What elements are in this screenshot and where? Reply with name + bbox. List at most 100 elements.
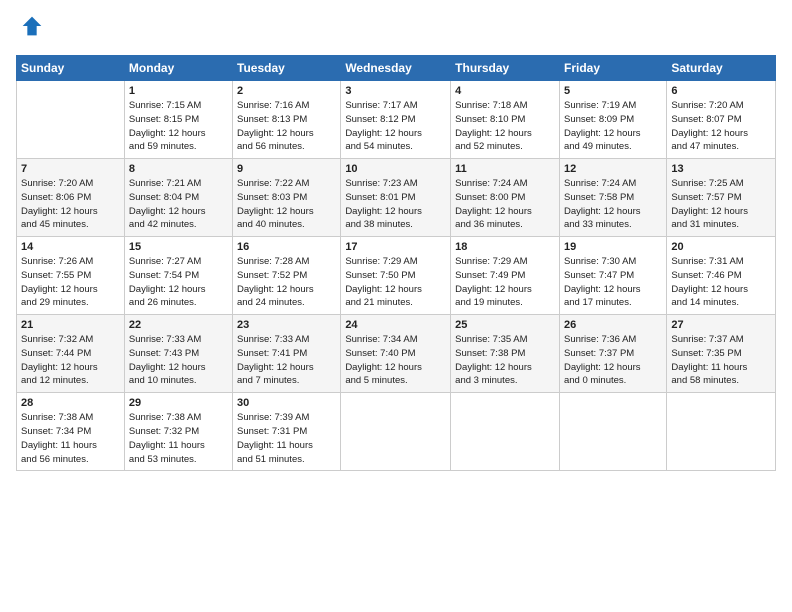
day-info: Sunrise: 7:23 AM Sunset: 8:01 PM Dayligh…	[345, 177, 446, 232]
calendar-cell: 14 Sunrise: 7:26 AM Sunset: 7:55 PM Dayli…	[17, 237, 125, 315]
weekday-header: Tuesday	[233, 56, 341, 81]
day-number: 24	[345, 319, 446, 331]
day-info: Sunrise: 7:34 AM Sunset: 7:40 PM Dayligh…	[345, 333, 446, 388]
day-number: 23	[237, 319, 336, 331]
day-number: 6	[671, 85, 771, 97]
page: SundayMondayTuesdayWednesdayThursdayFrid…	[0, 0, 792, 612]
calendar-cell: 30 Sunrise: 7:39 AM Sunset: 7:31 PM Dayli…	[233, 393, 341, 471]
weekday-header: Saturday	[667, 56, 776, 81]
day-number: 14	[21, 241, 120, 253]
day-info: Sunrise: 7:22 AM Sunset: 8:03 PM Dayligh…	[237, 177, 336, 232]
calendar-cell: 27 Sunrise: 7:37 AM Sunset: 7:35 PM Dayli…	[667, 315, 776, 393]
calendar-cell: 15 Sunrise: 7:27 AM Sunset: 7:54 PM Dayli…	[124, 237, 232, 315]
calendar-cell: 6 Sunrise: 7:20 AM Sunset: 8:07 PM Daylig…	[667, 81, 776, 159]
day-number: 27	[671, 319, 771, 331]
calendar-cell	[341, 393, 451, 471]
calendar-cell: 22Sunrise: 7:33 AM Sunset: 7:43 PM Dayli…	[124, 315, 232, 393]
calendar-cell: 4 Sunrise: 7:18 AM Sunset: 8:10 PM Daylig…	[451, 81, 560, 159]
day-number: 26	[564, 319, 662, 331]
day-number: 2	[237, 85, 336, 97]
day-info: Sunrise: 7:36 AM Sunset: 7:37 PM Dayligh…	[564, 333, 662, 388]
calendar-cell: 28 Sunrise: 7:38 AM Sunset: 7:34 PM Dayli…	[17, 393, 125, 471]
day-info: Sunrise: 7:24 AM Sunset: 7:58 PM Dayligh…	[564, 177, 662, 232]
header	[16, 12, 776, 45]
calendar-cell: 10 Sunrise: 7:23 AM Sunset: 8:01 PM Dayli…	[341, 159, 451, 237]
calendar-cell: 2 Sunrise: 7:16 AM Sunset: 8:13 PM Daylig…	[233, 81, 341, 159]
day-info: Sunrise: 7:25 AM Sunset: 7:57 PM Dayligh…	[671, 177, 771, 232]
weekday-header: Sunday	[17, 56, 125, 81]
calendar-cell: 12 Sunrise: 7:24 AM Sunset: 7:58 PM Dayli…	[559, 159, 666, 237]
calendar-week-row: 14 Sunrise: 7:26 AM Sunset: 7:55 PM Dayli…	[17, 237, 776, 315]
day-info: Sunrise: 7:29 AM Sunset: 7:49 PM Dayligh…	[455, 255, 555, 310]
calendar-header-row: SundayMondayTuesdayWednesdayThursdayFrid…	[17, 56, 776, 81]
logo	[16, 12, 50, 45]
weekday-header: Thursday	[451, 56, 560, 81]
calendar-cell: 1Sunrise: 7:15 AM Sunset: 8:15 PM Daylig…	[124, 81, 232, 159]
day-number: 11	[455, 163, 555, 175]
day-info: Sunrise: 7:21 AM Sunset: 8:04 PM Dayligh…	[129, 177, 228, 232]
calendar-cell	[559, 393, 666, 471]
day-info: Sunrise: 7:20 AM Sunset: 8:06 PM Dayligh…	[21, 177, 120, 232]
day-number: 3	[345, 85, 446, 97]
weekday-header: Monday	[124, 56, 232, 81]
calendar-body: 1Sunrise: 7:15 AM Sunset: 8:15 PM Daylig…	[17, 81, 776, 471]
day-number: 20	[671, 241, 771, 253]
calendar-cell: 25Sunrise: 7:35 AM Sunset: 7:38 PM Dayli…	[451, 315, 560, 393]
day-info: Sunrise: 7:17 AM Sunset: 8:12 PM Dayligh…	[345, 99, 446, 154]
calendar-cell: 13Sunrise: 7:25 AM Sunset: 7:57 PM Dayli…	[667, 159, 776, 237]
day-number: 10	[345, 163, 446, 175]
day-number: 28	[21, 397, 120, 409]
day-info: Sunrise: 7:24 AM Sunset: 8:00 PM Dayligh…	[455, 177, 555, 232]
day-info: Sunrise: 7:18 AM Sunset: 8:10 PM Dayligh…	[455, 99, 555, 154]
calendar-week-row: 7 Sunrise: 7:20 AM Sunset: 8:06 PM Daylig…	[17, 159, 776, 237]
day-number: 22	[129, 319, 228, 331]
calendar-week-row: 28 Sunrise: 7:38 AM Sunset: 7:34 PM Dayli…	[17, 393, 776, 471]
day-number: 7	[21, 163, 120, 175]
day-info: Sunrise: 7:33 AM Sunset: 7:41 PM Dayligh…	[237, 333, 336, 388]
day-number: 19	[564, 241, 662, 253]
calendar-cell: 11 Sunrise: 7:24 AM Sunset: 8:00 PM Dayli…	[451, 159, 560, 237]
logo-icon	[18, 12, 46, 40]
calendar-cell: 17Sunrise: 7:29 AM Sunset: 7:50 PM Dayli…	[341, 237, 451, 315]
calendar-cell: 29 Sunrise: 7:38 AM Sunset: 7:32 PM Dayli…	[124, 393, 232, 471]
day-number: 8	[129, 163, 228, 175]
day-number: 18	[455, 241, 555, 253]
day-number: 30	[237, 397, 336, 409]
calendar-cell: 21Sunrise: 7:32 AM Sunset: 7:44 PM Dayli…	[17, 315, 125, 393]
day-info: Sunrise: 7:37 AM Sunset: 7:35 PM Dayligh…	[671, 333, 771, 388]
day-number: 29	[129, 397, 228, 409]
weekday-header: Friday	[559, 56, 666, 81]
day-info: Sunrise: 7:30 AM Sunset: 7:47 PM Dayligh…	[564, 255, 662, 310]
calendar-cell: 26 Sunrise: 7:36 AM Sunset: 7:37 PM Dayli…	[559, 315, 666, 393]
calendar-cell: 23 Sunrise: 7:33 AM Sunset: 7:41 PM Dayli…	[233, 315, 341, 393]
day-info: Sunrise: 7:16 AM Sunset: 8:13 PM Dayligh…	[237, 99, 336, 154]
calendar-cell: 19 Sunrise: 7:30 AM Sunset: 7:47 PM Dayli…	[559, 237, 666, 315]
calendar-cell: 18 Sunrise: 7:29 AM Sunset: 7:49 PM Dayli…	[451, 237, 560, 315]
calendar-cell: 9 Sunrise: 7:22 AM Sunset: 8:03 PM Daylig…	[233, 159, 341, 237]
day-info: Sunrise: 7:19 AM Sunset: 8:09 PM Dayligh…	[564, 99, 662, 154]
calendar-cell	[667, 393, 776, 471]
calendar-cell: 24 Sunrise: 7:34 AM Sunset: 7:40 PM Dayli…	[341, 315, 451, 393]
day-info: Sunrise: 7:27 AM Sunset: 7:54 PM Dayligh…	[129, 255, 228, 310]
day-info: Sunrise: 7:38 AM Sunset: 7:32 PM Dayligh…	[129, 411, 228, 466]
calendar-cell	[451, 393, 560, 471]
day-info: Sunrise: 7:38 AM Sunset: 7:34 PM Dayligh…	[21, 411, 120, 466]
day-number: 16	[237, 241, 336, 253]
calendar-cell: 16 Sunrise: 7:28 AM Sunset: 7:52 PM Dayli…	[233, 237, 341, 315]
calendar-cell: 5Sunrise: 7:19 AM Sunset: 8:09 PM Daylig…	[559, 81, 666, 159]
day-number: 4	[455, 85, 555, 97]
day-info: Sunrise: 7:28 AM Sunset: 7:52 PM Dayligh…	[237, 255, 336, 310]
calendar-cell: 3 Sunrise: 7:17 AM Sunset: 8:12 PM Daylig…	[341, 81, 451, 159]
calendar-cell: 20 Sunrise: 7:31 AM Sunset: 7:46 PM Dayli…	[667, 237, 776, 315]
day-info: Sunrise: 7:35 AM Sunset: 7:38 PM Dayligh…	[455, 333, 555, 388]
day-info: Sunrise: 7:39 AM Sunset: 7:31 PM Dayligh…	[237, 411, 336, 466]
day-info: Sunrise: 7:20 AM Sunset: 8:07 PM Dayligh…	[671, 99, 771, 154]
day-number: 9	[237, 163, 336, 175]
day-info: Sunrise: 7:26 AM Sunset: 7:55 PM Dayligh…	[21, 255, 120, 310]
day-number: 12	[564, 163, 662, 175]
day-info: Sunrise: 7:31 AM Sunset: 7:46 PM Dayligh…	[671, 255, 771, 310]
calendar-cell	[17, 81, 125, 159]
calendar-week-row: 1Sunrise: 7:15 AM Sunset: 8:15 PM Daylig…	[17, 81, 776, 159]
day-info: Sunrise: 7:32 AM Sunset: 7:44 PM Dayligh…	[21, 333, 120, 388]
day-number: 15	[129, 241, 228, 253]
